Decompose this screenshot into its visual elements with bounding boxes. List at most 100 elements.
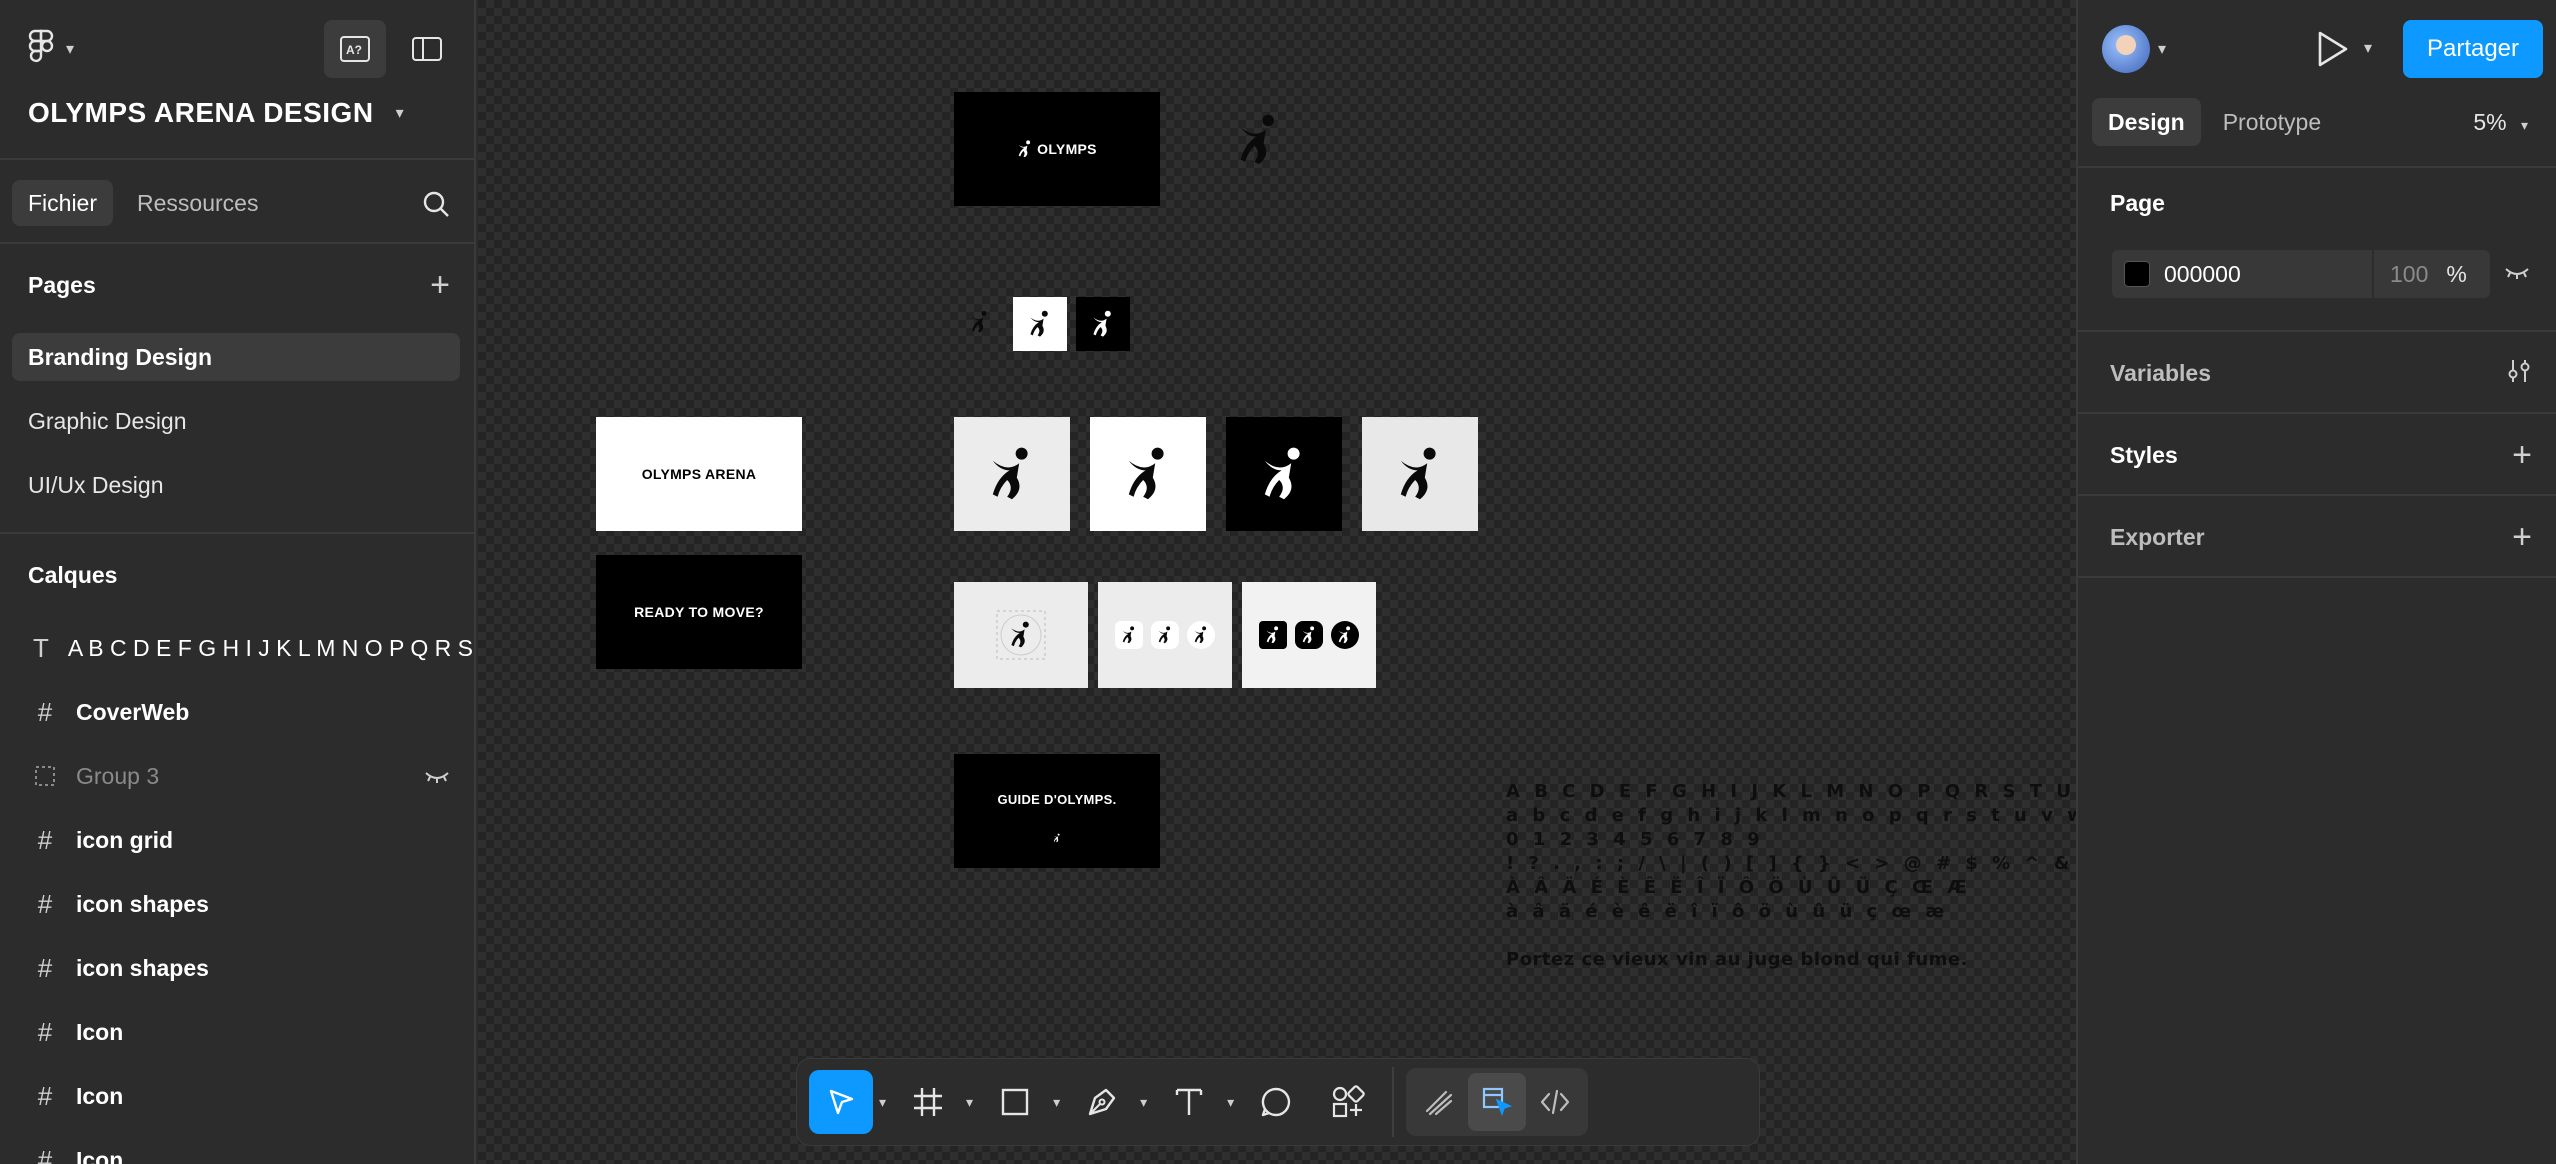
standalone-figure[interactable] bbox=[1230, 108, 1288, 172]
layer-label: icon shapes bbox=[76, 954, 209, 981]
comment-tool-button[interactable] bbox=[1244, 1070, 1308, 1134]
logo-banner-frame[interactable]: OLYMPS bbox=[954, 92, 1160, 206]
move-tool-dropdown[interactable]: ▾ bbox=[873, 1070, 896, 1134]
specimen-digits: 0 1 2 3 4 5 6 7 8 9 bbox=[1506, 829, 1764, 850]
layer-item[interactable]: # icon shapes bbox=[0, 943, 474, 993]
pen-tool-dropdown[interactable]: ▾ bbox=[1134, 1070, 1157, 1134]
layer-item[interactable]: # CoverWeb bbox=[0, 687, 474, 737]
specimen-symbols: ! ? . , : ; / \ | ( ) [ ] { } < > @ # $ … bbox=[1506, 853, 2076, 874]
shape-tool-button[interactable] bbox=[983, 1070, 1047, 1134]
page-item-uiux-design[interactable]: UI/Ux Design bbox=[12, 461, 460, 509]
frame-icon: # bbox=[37, 1016, 53, 1047]
sidebar-top-bar: ▾ A? bbox=[0, 20, 474, 78]
font-specimen[interactable]: A B C D E F G H I J K L M N O P Q R S T … bbox=[1506, 780, 2076, 972]
draw-mode-button[interactable] bbox=[1410, 1073, 1468, 1131]
variables-row[interactable]: Variables bbox=[2078, 348, 2556, 398]
color-swatch[interactable] bbox=[2124, 261, 2150, 287]
layer-item[interactable]: # Icon bbox=[0, 1071, 474, 1121]
layer-item[interactable]: # Icon bbox=[0, 1007, 474, 1057]
ready-banner-frame[interactable]: READY TO MOVE? bbox=[596, 555, 802, 669]
layer-item[interactable]: # Icon bbox=[0, 1135, 474, 1164]
hidden-eye-icon[interactable] bbox=[424, 763, 450, 790]
right-tabs: Design Prototype 5% ▾ bbox=[2078, 97, 2556, 147]
page-opacity-field[interactable]: 100 % bbox=[2374, 250, 2490, 298]
pages-title: Pages bbox=[28, 271, 96, 298]
divider bbox=[2078, 330, 2556, 332]
specimen-uppercase: A B C D E F G H I J K L M N O P Q R S T … bbox=[1506, 781, 2076, 802]
resources-tool-button[interactable] bbox=[1316, 1070, 1380, 1134]
pen-tool-button[interactable] bbox=[1070, 1070, 1134, 1134]
icon-shapes-dark-frame[interactable] bbox=[1242, 582, 1376, 688]
specimen-pangram: Portez ce vieux vin au juge blond qui fu… bbox=[1506, 949, 1968, 970]
small-icon-black-tile[interactable] bbox=[1076, 297, 1130, 351]
layer-item[interactable]: Group 3 bbox=[0, 751, 474, 801]
olymps-figure-icon bbox=[1266, 626, 1279, 644]
icon-tile-light[interactable] bbox=[954, 417, 1070, 531]
avatar-chevron-icon[interactable]: ▾ bbox=[2158, 39, 2166, 59]
layers-header: Calques bbox=[0, 550, 474, 600]
text-tool-button[interactable] bbox=[1157, 1070, 1221, 1134]
present-play-icon[interactable] bbox=[2314, 30, 2350, 73]
layer-label: icon shapes bbox=[76, 890, 209, 917]
design-mode-button[interactable] bbox=[1468, 1073, 1527, 1131]
project-chevron-icon[interactable]: ▾ bbox=[396, 103, 405, 123]
left-sidebar: ▾ A? OLYMPS ARENA DESIGN ▾ Fichier Resso… bbox=[0, 0, 476, 1164]
arena-banner-frame[interactable]: OLYMPS ARENA bbox=[596, 417, 802, 531]
frame-tool-button[interactable] bbox=[896, 1070, 960, 1134]
visibility-eye-icon[interactable] bbox=[2504, 266, 2530, 285]
toggle-sidebar-button[interactable] bbox=[396, 20, 458, 78]
sidebar-panel-icon bbox=[412, 37, 442, 61]
page-color-field[interactable]: 000000 bbox=[2112, 250, 2372, 298]
add-export-plus-icon[interactable]: + bbox=[2512, 518, 2532, 557]
layer-item[interactable]: T A B C D E F G H I J K L M N O P Q R S … bbox=[0, 623, 474, 673]
frame-tool-dropdown[interactable]: ▾ bbox=[960, 1070, 983, 1134]
page-item-graphic-design[interactable]: Graphic Design bbox=[12, 397, 460, 445]
layer-item[interactable]: # icon shapes bbox=[0, 879, 474, 929]
shape-tool-dropdown[interactable]: ▾ bbox=[1047, 1070, 1070, 1134]
icon-grid-frame[interactable] bbox=[954, 582, 1088, 688]
small-icon-white-tile[interactable] bbox=[1013, 297, 1067, 351]
tab-design[interactable]: Design bbox=[2092, 98, 2201, 146]
main-menu-chevron-icon[interactable]: ▾ bbox=[66, 39, 74, 59]
icon-tile-grey[interactable] bbox=[1362, 417, 1478, 531]
guide-banner-frame[interactable]: GUIDE D'OLYMPS. bbox=[954, 754, 1160, 868]
layer-item[interactable]: # icon grid bbox=[0, 815, 474, 865]
tab-prototype[interactable]: Prototype bbox=[2207, 98, 2337, 146]
share-button[interactable]: Partager bbox=[2403, 20, 2543, 78]
text-tool-dropdown[interactable]: ▾ bbox=[1221, 1070, 1244, 1134]
page-section-title: Page bbox=[2110, 189, 2165, 216]
move-tool-button[interactable] bbox=[809, 1070, 873, 1134]
tab-fichier[interactable]: Fichier bbox=[12, 180, 114, 226]
olymps-figure-icon bbox=[1240, 114, 1274, 165]
page-item-branding-design[interactable]: Branding Design bbox=[12, 333, 460, 381]
add-page-plus-icon[interactable]: + bbox=[430, 266, 450, 305]
design-canvas[interactable]: OLYMPS OLYMPS ARENA READY TO MOVE? GUIDE… bbox=[478, 0, 2076, 1164]
ai-text-icon: A? bbox=[340, 36, 370, 62]
dev-mode-button[interactable] bbox=[1526, 1073, 1584, 1131]
chevron-down-icon: ▾ bbox=[1053, 1093, 1061, 1110]
olymps-figure-icon bbox=[1400, 447, 1436, 500]
right-panel: ▾ ▾ Partager Design Prototype 5% ▾ Page … bbox=[2076, 0, 2556, 1164]
design-mode-icon bbox=[1483, 1087, 1513, 1117]
variables-settings-icon[interactable] bbox=[2506, 358, 2532, 389]
project-title-row[interactable]: OLYMPS ARENA DESIGN ▾ bbox=[0, 88, 474, 138]
frame-icon: # bbox=[37, 1144, 53, 1164]
icon-shapes-light-frame[interactable] bbox=[1098, 582, 1232, 688]
opacity-unit: % bbox=[2446, 260, 2467, 287]
add-style-plus-icon[interactable]: + bbox=[2512, 436, 2532, 475]
icon-tile-white[interactable] bbox=[1090, 417, 1206, 531]
olymps-figure-icon bbox=[1302, 626, 1315, 644]
ai-toggle-button[interactable]: A? bbox=[324, 20, 386, 78]
figma-logo-icon[interactable] bbox=[26, 29, 56, 69]
icon-tile-black[interactable] bbox=[1226, 417, 1342, 531]
tab-ressources[interactable]: Ressources bbox=[121, 180, 274, 226]
small-icon-dark[interactable] bbox=[966, 306, 994, 338]
olymps-figure-icon bbox=[992, 447, 1028, 500]
search-icon[interactable] bbox=[422, 190, 450, 223]
zoom-dropdown[interactable]: 5% ▾ bbox=[2473, 109, 2528, 136]
olymps-figure-icon bbox=[1030, 310, 1048, 337]
present-chevron-icon[interactable]: ▾ bbox=[2364, 38, 2372, 58]
avatar[interactable] bbox=[2102, 25, 2150, 73]
exporter-title: Exporter bbox=[2110, 523, 2205, 550]
cursor-arrow-icon bbox=[829, 1089, 854, 1115]
